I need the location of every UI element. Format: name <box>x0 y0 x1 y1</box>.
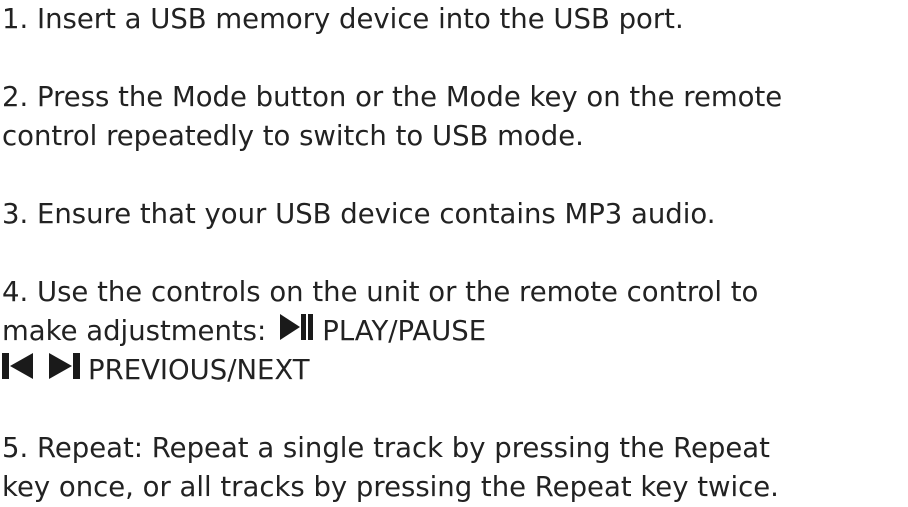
step-3: 3. Ensure that your USB device contains … <box>2 198 716 230</box>
step-4-line-2: make adjustments: PLAY/PAUSE <box>2 312 906 351</box>
step-5-line-2: key once, or all tracks by pressing the … <box>2 471 779 503</box>
step-4-line-1: 4. Use the controls on the unit or the r… <box>2 276 759 308</box>
step-5-line-1: 5. Repeat: Repeat a single track by pres… <box>2 432 770 464</box>
usb-instructions: 1. Insert a USB memory device into the U… <box>2 0 906 507</box>
step-4-line-3: PREVIOUS/NEXT <box>2 351 906 390</box>
play-pause-label: PLAY/PAUSE <box>322 315 487 347</box>
previous-track-icon <box>2 351 34 390</box>
prev-next-label: PREVIOUS/NEXT <box>88 354 310 386</box>
step-1: 1. Insert a USB memory device into the U… <box>2 3 684 35</box>
step-2-line-2: control repeatedly to switch to USB mode… <box>2 120 584 152</box>
play-pause-icon <box>280 312 314 351</box>
step-2-line-1: 2. Press the Mode button or the Mode key… <box>2 81 783 113</box>
step-4-line-2-text: make adjustments: <box>2 315 267 347</box>
next-track-icon <box>48 351 80 390</box>
